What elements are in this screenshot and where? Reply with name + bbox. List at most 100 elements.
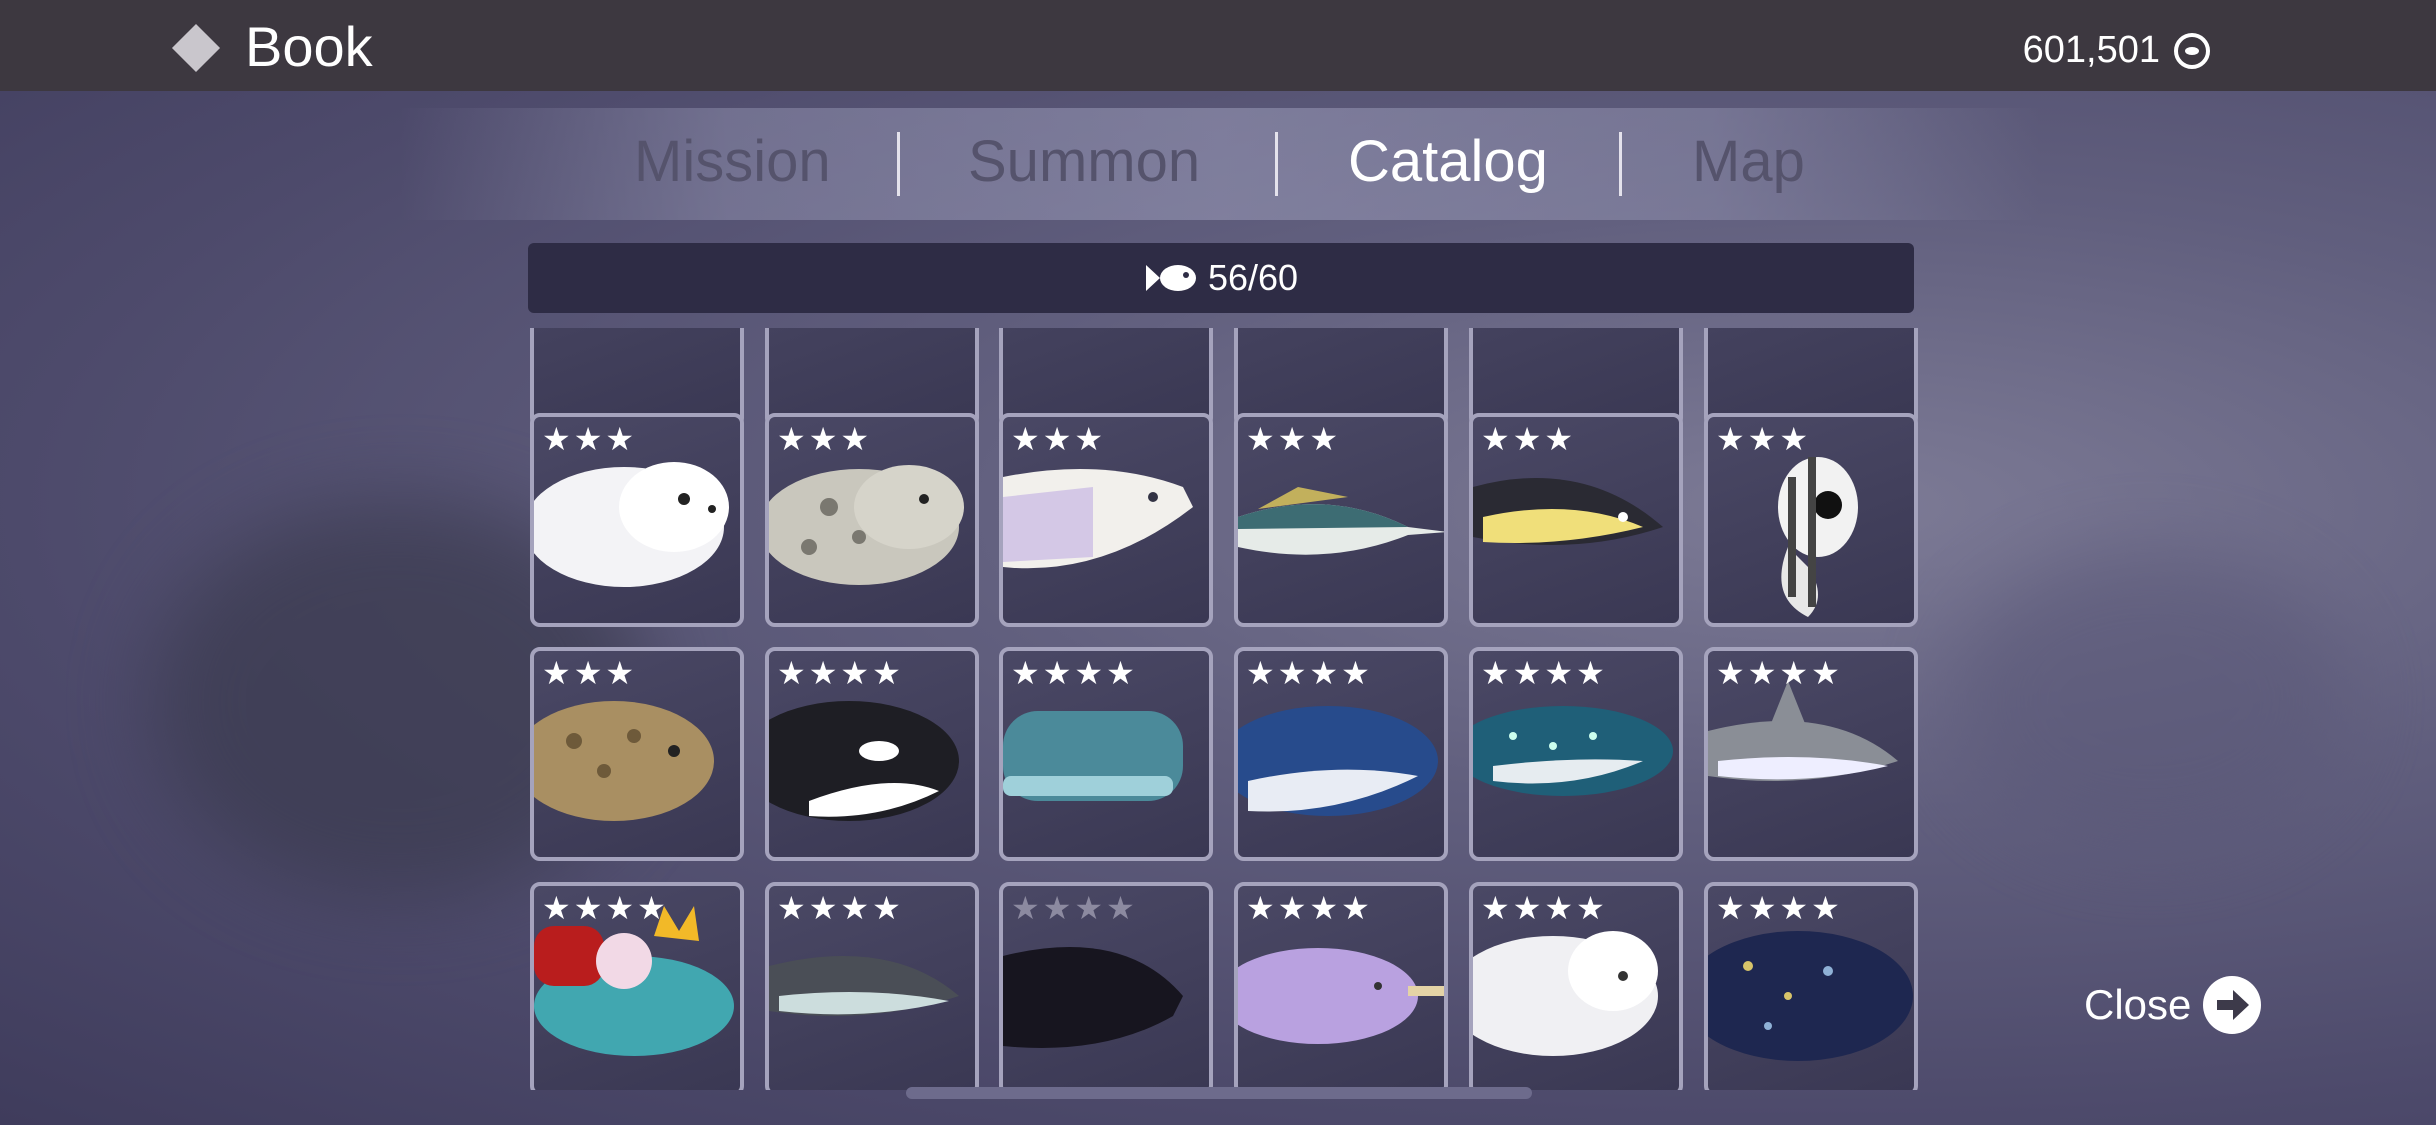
catalog-card[interactable]: ★ ★ ★ bbox=[1234, 413, 1448, 627]
rarity-stars: ★ ★ ★ ★ bbox=[777, 892, 901, 924]
rarity-stars: ★ ★ ★ bbox=[542, 423, 634, 455]
star-icon: ★ bbox=[1481, 654, 1510, 692]
star-icon: ★ bbox=[1481, 889, 1510, 927]
star-icon: ★ bbox=[1341, 889, 1370, 927]
tab-catalog[interactable]: Catalog bbox=[1348, 128, 1548, 195]
catalog-card[interactable]: ★ ★ ★ ★ bbox=[765, 647, 979, 861]
catalog-card[interactable]: ★ ★ ★ ★ bbox=[1469, 882, 1683, 1090]
collection-count-bar: 56/60 bbox=[528, 243, 1914, 313]
rarity-stars: ★ ★ ★ ★ bbox=[1246, 657, 1370, 689]
rarity-stars: ★ ★ ★ bbox=[1716, 423, 1808, 455]
rarity-stars: ★ ★ ★ ★ bbox=[1481, 657, 1605, 689]
catalog-card[interactable]: ★ ★ ★ bbox=[765, 413, 979, 627]
star-icon: ★ bbox=[1309, 420, 1339, 458]
star-icon: ★ bbox=[808, 889, 838, 927]
close-label: Close bbox=[2084, 981, 2192, 1028]
star-icon: ★ bbox=[777, 889, 806, 927]
star-icon: ★ bbox=[1779, 654, 1809, 692]
star-icon: ★ bbox=[573, 420, 603, 458]
star-icon: ★ bbox=[1716, 889, 1745, 927]
star-icon: ★ bbox=[1779, 889, 1809, 927]
star-icon: ★ bbox=[1779, 420, 1809, 458]
star-icon: ★ bbox=[1716, 654, 1745, 692]
catalog-card[interactable]: ★ ★ ★ bbox=[1469, 413, 1683, 627]
tab-bar: Mission Summon Catalog Map bbox=[400, 108, 2040, 220]
catalog-card[interactable]: ★ ★ ★ ★ bbox=[765, 882, 979, 1090]
rarity-stars: ★ ★ ★ bbox=[542, 657, 634, 689]
rarity-stars: ★ ★ ★ ★ bbox=[542, 892, 666, 924]
tab-summon[interactable]: Summon bbox=[968, 128, 1200, 195]
rarity-stars: ★ ★ ★ ★ bbox=[1481, 892, 1605, 924]
star-icon: ★ bbox=[1074, 420, 1104, 458]
star-icon: ★ bbox=[1042, 654, 1072, 692]
top-bar: Book 601,501 bbox=[0, 0, 2436, 91]
eel-partial-image bbox=[1238, 328, 1444, 424]
rarity-stars: ★ ★ ★ ★ bbox=[1011, 892, 1135, 924]
star-icon: ★ bbox=[840, 420, 870, 458]
star-icon: ★ bbox=[840, 654, 870, 692]
star-icon: ★ bbox=[808, 420, 838, 458]
coin-amount: 601,501 bbox=[2022, 29, 2160, 71]
star-icon: ★ bbox=[1246, 654, 1275, 692]
close-button[interactable]: Close bbox=[2084, 976, 2262, 1034]
rarity-stars: ★ ★ ★ ★ bbox=[777, 657, 901, 689]
tab-divider bbox=[897, 132, 900, 196]
star-icon: ★ bbox=[777, 420, 806, 458]
star-icon: ★ bbox=[1747, 420, 1777, 458]
rarity-stars: ★ ★ ★ ★ bbox=[1716, 892, 1840, 924]
catalog-card[interactable]: ★ ★ ★ ★ bbox=[1469, 647, 1683, 861]
star-icon: ★ bbox=[1074, 889, 1104, 927]
star-icon: ★ bbox=[1042, 889, 1072, 927]
star-icon: ★ bbox=[1011, 420, 1040, 458]
star-icon: ★ bbox=[1811, 889, 1840, 927]
star-icon: ★ bbox=[1512, 654, 1542, 692]
tab-mission[interactable]: Mission bbox=[634, 128, 831, 195]
star-icon: ★ bbox=[840, 889, 870, 927]
tab-map[interactable]: Map bbox=[1692, 128, 1805, 195]
catalog-card[interactable]: ★ ★ ★ bbox=[530, 647, 744, 861]
scrollbar[interactable] bbox=[906, 1087, 1532, 1099]
catalog-card[interactable]: ★ ★ ★ bbox=[999, 413, 1213, 627]
star-icon: ★ bbox=[1544, 420, 1574, 458]
star-icon: ★ bbox=[1277, 889, 1307, 927]
star-icon: ★ bbox=[1106, 889, 1135, 927]
star-icon: ★ bbox=[1747, 654, 1777, 692]
star-icon: ★ bbox=[605, 420, 635, 458]
catalog-grid[interactable]: ★ ★ ★ ★ ★ ★ ★ ★ ★ ★ ★ ★ ★ ★ ★ ★ ★ ★ ★ ★ ★ ★ ★ ★ ★ ★ ★ ★ ★ ★ ★ ★ ★ ★ ★ ★ ★ ★ ★ ★… bbox=[528, 328, 1918, 1090]
star-icon: ★ bbox=[808, 654, 838, 692]
star-icon: ★ bbox=[1277, 420, 1307, 458]
star-icon: ★ bbox=[1074, 654, 1104, 692]
coin-icon bbox=[2174, 32, 2210, 69]
catalog-card[interactable]: ★ ★ ★ ★ bbox=[999, 882, 1213, 1090]
star-icon: ★ bbox=[1277, 654, 1307, 692]
catalog-card[interactable]: ★ ★ ★ ★ bbox=[999, 647, 1213, 861]
catalog-card[interactable]: ★ ★ ★ bbox=[1704, 413, 1918, 627]
star-icon: ★ bbox=[1011, 654, 1040, 692]
star-icon: ★ bbox=[542, 654, 571, 692]
catalog-card[interactable]: ★ ★ ★ ★ bbox=[1704, 647, 1918, 861]
catalog-card[interactable]: ★ ★ ★ ★ bbox=[1234, 882, 1448, 1090]
star-icon: ★ bbox=[872, 889, 901, 927]
rarity-stars: ★ ★ ★ bbox=[1246, 423, 1338, 455]
star-icon: ★ bbox=[1246, 889, 1275, 927]
tab-divider bbox=[1275, 132, 1278, 196]
rarity-stars: ★ ★ ★ ★ bbox=[1716, 657, 1840, 689]
tab-divider bbox=[1619, 132, 1622, 196]
catalog-card[interactable]: ★ ★ ★ bbox=[530, 413, 744, 627]
catalog-card[interactable]: ★ ★ ★ ★ bbox=[530, 882, 744, 1090]
catalog-card[interactable]: ★ ★ ★ ★ bbox=[1234, 647, 1448, 861]
catalog-card[interactable]: ★ ★ ★ ★ bbox=[1704, 882, 1918, 1090]
rarity-stars: ★ ★ ★ bbox=[777, 423, 869, 455]
star-icon: ★ bbox=[1106, 654, 1135, 692]
star-icon: ★ bbox=[542, 889, 571, 927]
star-icon: ★ bbox=[637, 889, 666, 927]
star-icon: ★ bbox=[573, 654, 603, 692]
star-icon: ★ bbox=[872, 654, 901, 692]
star-icon: ★ bbox=[777, 654, 806, 692]
star-icon: ★ bbox=[1716, 420, 1745, 458]
yellow-fish-partial-image bbox=[1473, 328, 1679, 424]
star-icon: ★ bbox=[542, 420, 571, 458]
star-icon: ★ bbox=[1576, 654, 1605, 692]
arrow-right-icon bbox=[2203, 976, 2262, 1034]
collection-count: 56/60 bbox=[1207, 257, 1299, 298]
